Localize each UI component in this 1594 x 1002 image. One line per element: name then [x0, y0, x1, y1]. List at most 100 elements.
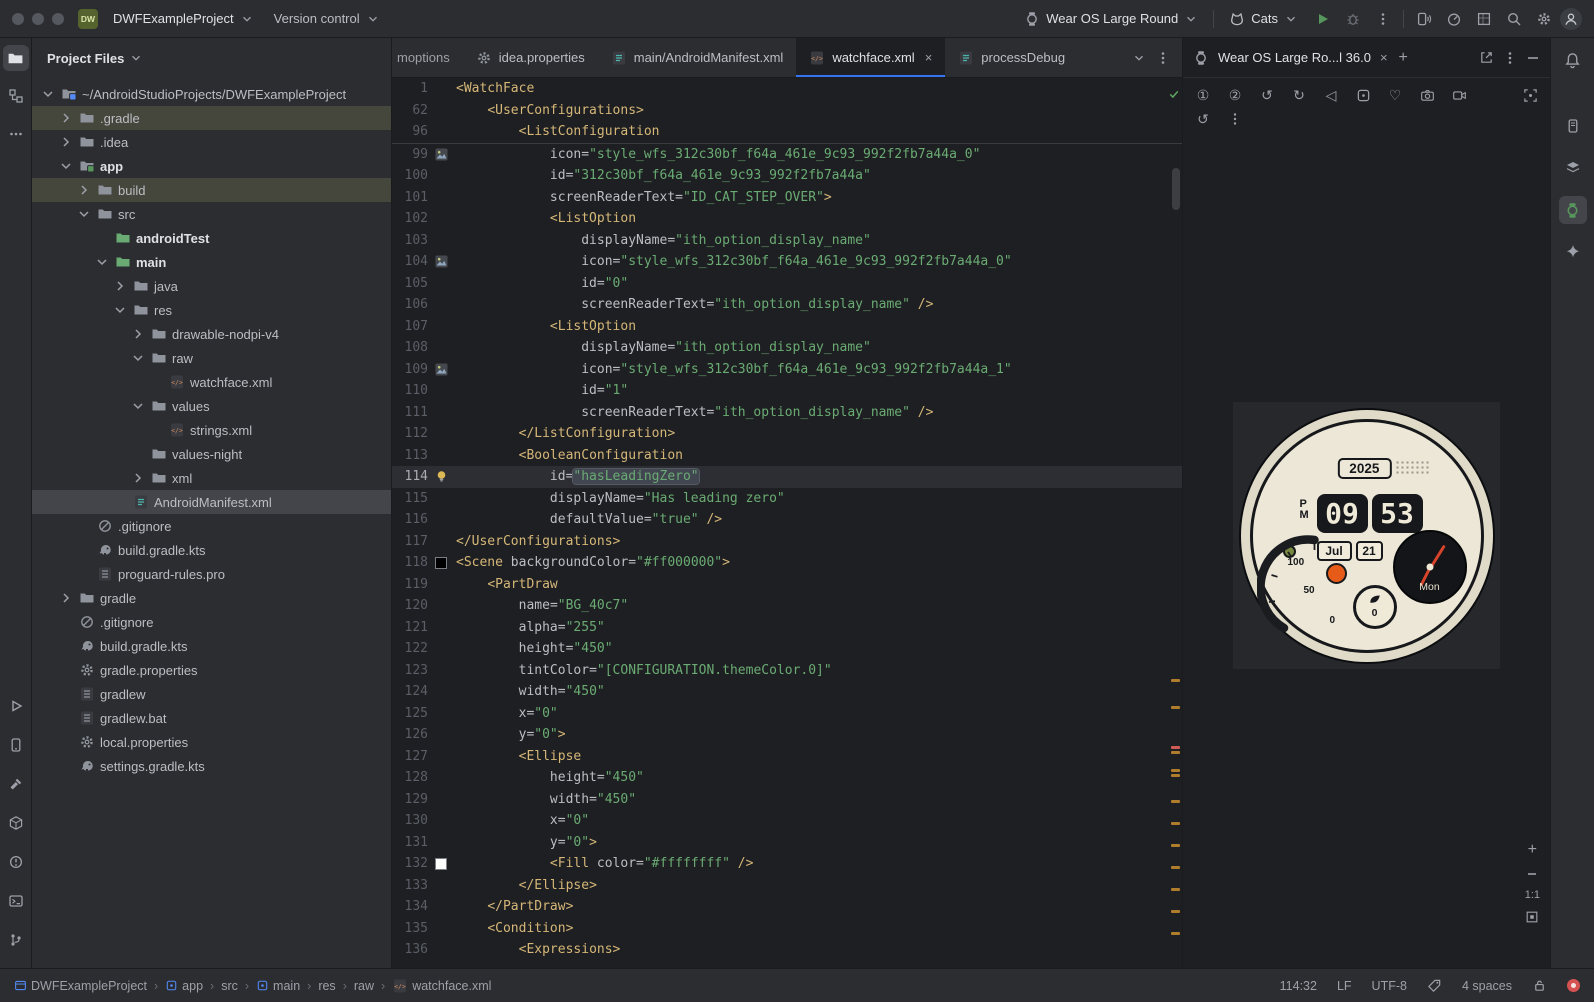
back-icon[interactable]: ◁ [1319, 84, 1343, 106]
chevron-right-icon[interactable] [130, 470, 146, 486]
tree-item-build-gradle-kts[interactable]: build.gradle.kts [32, 538, 391, 562]
more-tool-windows-button[interactable] [3, 121, 29, 147]
breadcrumb-item-res[interactable]: res [318, 979, 335, 993]
line-number[interactable]: 99 [392, 144, 428, 166]
tree-item-local-properties[interactable]: local.properties [32, 730, 391, 754]
editor-tab-watchface-xml[interactable]: </> watchface.xml × [796, 38, 946, 77]
more-run-actions-button[interactable] [1369, 5, 1397, 33]
line-number[interactable]: 105 [392, 273, 428, 295]
tab-options-kebab-icon[interactable] [1156, 51, 1170, 65]
line-number[interactable]: 113 [392, 445, 428, 467]
warning-stripe-mark[interactable] [1171, 706, 1180, 709]
code-line[interactable]: 128 height="450" [392, 767, 1182, 789]
line-number[interactable]: 117 [392, 531, 428, 553]
code-line[interactable]: 126 y="0"> [392, 724, 1182, 746]
chevron-down-icon[interactable] [94, 254, 110, 270]
tree-item-gradlew[interactable]: gradlew [32, 682, 391, 706]
code-line[interactable]: 111 screenReaderText="ith_option_display… [392, 402, 1182, 424]
line-number[interactable]: 136 [392, 939, 428, 961]
line-number[interactable]: 114 [392, 466, 428, 488]
code-line[interactable]: 100 id="312c30bf_f64a_461e_9c93_992f2fb7… [392, 165, 1182, 187]
device-selector[interactable]: Wear OS Large Round [1015, 6, 1207, 32]
encoding-indicator[interactable]: UTF-8 [1372, 979, 1407, 993]
error-indicator-badge[interactable] [1567, 979, 1580, 992]
breadcrumb-item-main[interactable]: main [256, 979, 300, 993]
image-gutter-icon[interactable] [428, 144, 456, 166]
tree-item-gitignore[interactable]: .gitignore [32, 514, 391, 538]
code-line[interactable]: 123 tintColor="[CONFIGURATION.themeColor… [392, 660, 1182, 682]
editor-scrollbar-thumb[interactable] [1172, 168, 1180, 210]
line-number[interactable]: 101 [392, 187, 428, 209]
warning-stripe-mark[interactable] [1171, 844, 1180, 847]
code-line[interactable]: 107 <ListOption [392, 316, 1182, 338]
code-line[interactable]: 129 width="450" [392, 789, 1182, 811]
terminal-tool-button[interactable] [3, 888, 29, 914]
version-control-tool-button[interactable] [3, 927, 29, 953]
tree-item-gradlew-bat[interactable]: gradlew.bat [32, 706, 391, 730]
button-2-icon[interactable]: ② [1223, 84, 1247, 106]
bulb-gutter-icon[interactable] [428, 466, 456, 488]
line-number[interactable]: 102 [392, 208, 428, 230]
warning-stripe-mark[interactable] [1171, 774, 1180, 777]
tree-item-androidmanifest-xml[interactable]: AndroidManifest.xml [32, 490, 391, 514]
project-tool-button[interactable] [2, 45, 29, 71]
tree-item-raw[interactable]: raw [32, 346, 391, 370]
warning-stripe-mark[interactable] [1171, 866, 1180, 869]
code-line[interactable]: 136 <Expressions> [392, 939, 1182, 961]
code-line[interactable]: 99 icon="style_wfs_312c30bf_f64a_461e_9c… [392, 144, 1182, 166]
code-line[interactable]: 114 id="hasLeadingZero" [392, 466, 1182, 488]
breadcrumb-item-watchface-xml[interactable]: </> watchface.xml [392, 978, 491, 994]
tree-item-xml[interactable]: xml [32, 466, 391, 490]
line-number[interactable]: 119 [392, 574, 428, 596]
chevron-down-icon[interactable] [76, 206, 92, 222]
close-window-button[interactable] [12, 12, 24, 25]
tree-item-main[interactable]: main [32, 250, 391, 274]
chevron-down-icon[interactable] [40, 86, 56, 102]
code-line[interactable]: 125 x="0" [392, 703, 1182, 725]
code-line[interactable]: 102 <ListOption [392, 208, 1182, 230]
tree-item-strings-xml[interactable]: </> strings.xml [32, 418, 391, 442]
chevron-right-icon[interactable] [58, 110, 74, 126]
notifications-button[interactable] [1559, 46, 1587, 74]
hidden-tabs-chevron-icon[interactable] [1132, 51, 1146, 65]
tree-item-src[interactable]: src [32, 202, 391, 226]
open-in-new-window-icon[interactable] [1479, 50, 1494, 65]
button-1-icon[interactable]: ① [1191, 84, 1215, 106]
settings-button[interactable] [1530, 5, 1558, 33]
code-line[interactable]: 101 screenReaderText="ID_CAT_STEP_OVER"> [392, 187, 1182, 209]
code-line[interactable]: 133 </Ellipse> [392, 875, 1182, 897]
image-gutter-icon[interactable] [428, 251, 456, 273]
line-number[interactable]: 134 [392, 896, 428, 918]
tree-item-gradle[interactable]: .gradle [32, 106, 391, 130]
code-line[interactable]: 124 width="450" [392, 681, 1182, 703]
code-line[interactable]: 115 displayName="Has leading zero" [392, 488, 1182, 510]
system-buttons-icon[interactable] [1351, 84, 1375, 106]
line-number[interactable]: 104 [392, 251, 428, 273]
screen-record-icon[interactable] [1447, 84, 1471, 106]
line-separator-indicator[interactable]: LF [1337, 979, 1352, 993]
code-editor[interactable]: 1 <WatchFace 62 <UserConfigurations> 96 <Li… [392, 78, 1182, 968]
running-devices-tool-button[interactable] [1558, 196, 1587, 224]
inspection-stripe[interactable] [1168, 78, 1182, 968]
inspections-ok-check-icon[interactable] [1168, 88, 1180, 100]
line-number[interactable]: 128 [392, 767, 428, 789]
line-number[interactable]: 109 [392, 359, 428, 381]
code-line[interactable]: 127 <Ellipse [392, 746, 1182, 768]
indent-indicator[interactable]: 4 spaces [1462, 979, 1512, 993]
tree-item-build-gradle-kts[interactable]: build.gradle.kts [32, 634, 391, 658]
hide-panel-icon[interactable] [1526, 51, 1540, 65]
line-number[interactable]: 106 [392, 294, 428, 316]
chevron-right-icon[interactable] [112, 278, 128, 294]
line-number[interactable]: 127 [392, 746, 428, 768]
warning-stripe-mark[interactable] [1171, 822, 1180, 825]
line-number[interactable]: 1 [392, 78, 428, 100]
editor-tab-idea-properties[interactable]: idea.properties [463, 38, 598, 77]
swatch-black-gutter-icon[interactable] [428, 552, 456, 574]
code-line[interactable]: 120 name="BG_40c7" [392, 595, 1182, 617]
code-line[interactable]: 108 displayName="ith_option_display_name… [392, 337, 1182, 359]
close-tab-icon[interactable]: × [925, 50, 933, 65]
rotate-left-icon[interactable]: ↺ [1255, 84, 1279, 106]
tree-item-watchface-xml[interactable]: </> watchface.xml [32, 370, 391, 394]
code-line[interactable]: 134 </PartDraw> [392, 896, 1182, 918]
code-line[interactable]: 105 id="0" [392, 273, 1182, 295]
